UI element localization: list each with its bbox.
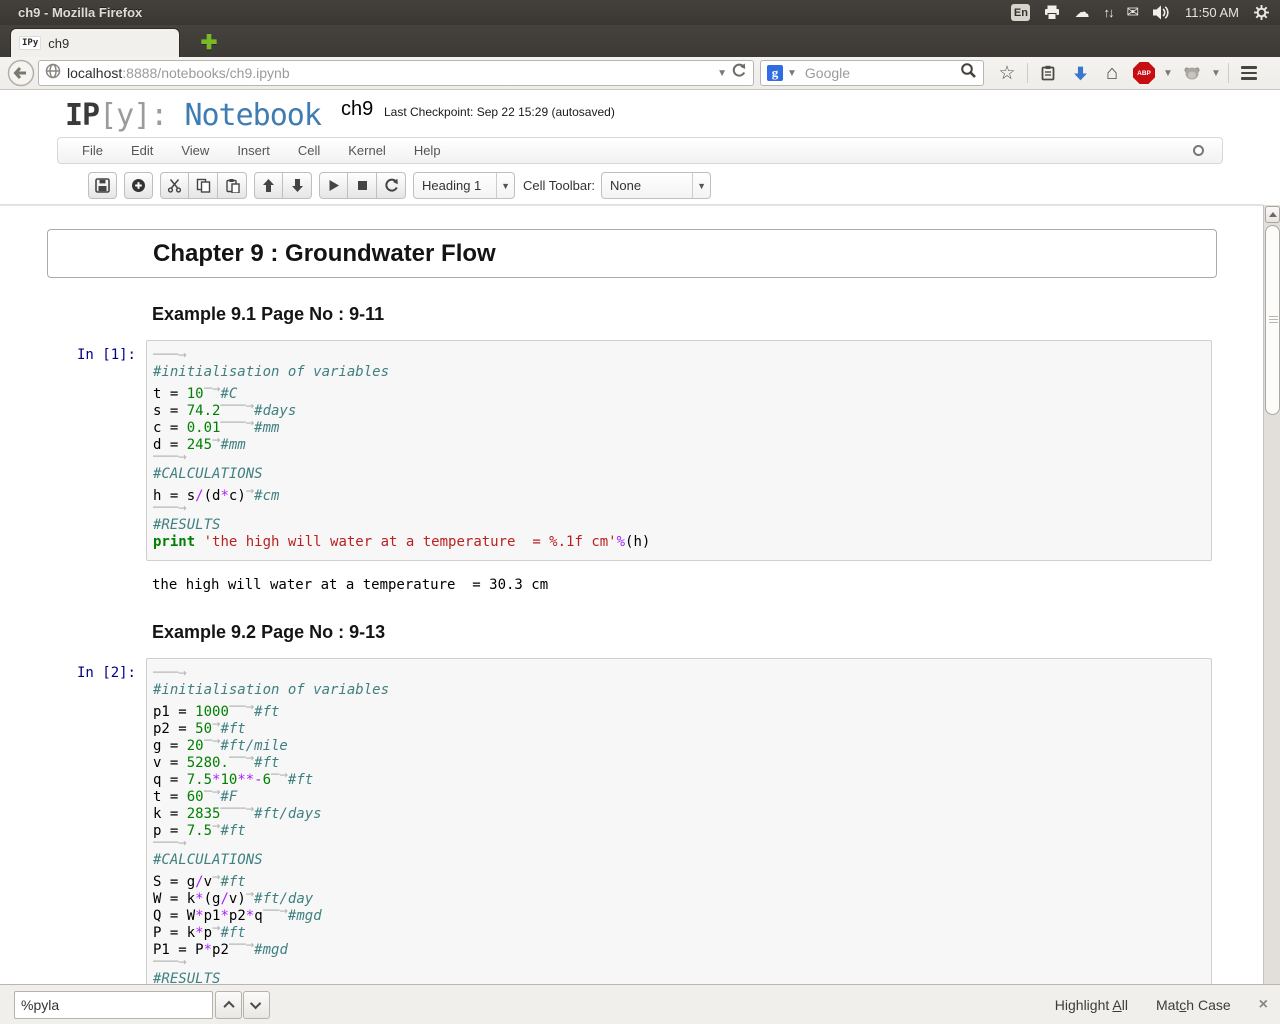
- heading1-cell[interactable]: Chapter 9 : Groundwater Flow: [47, 229, 1217, 278]
- chevron-down-icon: ▼: [692, 173, 710, 198]
- keyboard-layout-indicator[interactable]: En: [1011, 4, 1030, 21]
- menu-view[interactable]: View: [167, 138, 223, 163]
- clock[interactable]: 11:50 AM: [1185, 0, 1239, 25]
- menu-kernel[interactable]: Kernel: [334, 138, 400, 163]
- menu-edit[interactable]: Edit: [117, 138, 167, 163]
- tab-bar: IPy ch9 ✚: [0, 25, 1280, 57]
- ipython-favicon: IPy: [19, 36, 41, 50]
- save-button[interactable]: [88, 172, 117, 199]
- bookmark-star-icon[interactable]: ☆: [992, 59, 1022, 87]
- menu-insert[interactable]: Insert: [223, 138, 284, 163]
- menu-hamburger-icon[interactable]: [1234, 59, 1264, 87]
- restart-kernel-button[interactable]: [377, 172, 406, 199]
- menu-help[interactable]: Help: [400, 138, 455, 163]
- move-cell-down-button[interactable]: [283, 172, 312, 199]
- greasemonkey-dropdown-icon[interactable]: ▼: [1209, 59, 1223, 87]
- close-find-bar-icon[interactable]: ×: [1259, 997, 1268, 1013]
- scrollbar-up-button[interactable]: [1265, 206, 1280, 223]
- url-bar[interactable]: localhost:8888/notebooks/ch9.ipynb ▼: [38, 60, 754, 86]
- chevron-down-icon: [249, 997, 260, 1008]
- desktop-panel: ch9 - Mozilla Firefox En ☁ ↑↓ ✉ 11:50 AM: [0, 0, 1280, 25]
- url-dropdown-icon[interactable]: ▼: [713, 68, 731, 79]
- home-icon[interactable]: ⌂: [1097, 59, 1127, 87]
- toolbar-divider: [1027, 63, 1028, 83]
- run-cell-button[interactable]: [319, 172, 348, 199]
- bookmarks-menu-icon[interactable]: [1033, 59, 1063, 87]
- cell-output: the high will water at a temperature = 3…: [152, 577, 1217, 593]
- copy-cell-button[interactable]: [189, 172, 218, 199]
- checkpoint-status: Last Checkpoint: Sep 22 15:29 (autosaved…: [384, 105, 615, 119]
- notebook-title[interactable]: ch9: [341, 98, 373, 121]
- code-cell-1: In [1]: ───→#initialisation of variables…: [47, 340, 1217, 561]
- code-cell-2: In [2]: ───→#initialisation of variables…: [47, 658, 1217, 984]
- chapter-heading: Chapter 9 : Groundwater Flow: [153, 240, 496, 268]
- system-tray: En ☁ ↑↓ ✉ 11:50 AM: [1011, 0, 1270, 25]
- cut-cell-button[interactable]: [160, 172, 189, 199]
- mail-indicator-icon[interactable]: ✉: [1126, 0, 1139, 25]
- adblock-plus-icon[interactable]: ABP: [1129, 59, 1159, 87]
- paste-cell-button[interactable]: [218, 172, 247, 199]
- tab-ch9[interactable]: IPy ch9: [10, 28, 180, 57]
- back-button[interactable]: [7, 59, 35, 87]
- reload-icon[interactable]: [731, 63, 747, 84]
- match-case-button[interactable]: Match Case: [1156, 997, 1231, 1013]
- toolbar-divider: [1228, 63, 1229, 83]
- cell-toolbar-label: Cell Toolbar:: [523, 178, 595, 193]
- notebook-toolbar: Heading 1 ▼ Cell Toolbar: None ▼: [88, 172, 711, 199]
- url-text[interactable]: localhost:8888/notebooks/ch9.ipynb: [67, 65, 713, 81]
- interrupt-kernel-button[interactable]: [348, 172, 377, 199]
- find-bar: Highlight All Match Case ×: [0, 984, 1280, 1024]
- navigation-toolbar: localhost:8888/notebooks/ch9.ipynb ▼ g ▼…: [0, 57, 1280, 90]
- cell-type-select[interactable]: Heading 1 ▼: [413, 172, 515, 199]
- triangle-up-icon: [1269, 212, 1277, 217]
- network-indicator-icon[interactable]: ↑↓: [1103, 0, 1112, 25]
- downloads-icon[interactable]: [1065, 59, 1095, 87]
- notebook-menubar: File Edit View Insert Cell Kernel Help: [57, 137, 1223, 164]
- scrollbar-grip: [1269, 316, 1278, 324]
- chevron-down-icon: ▼: [496, 173, 514, 198]
- google-favicon: g: [767, 65, 783, 81]
- input-prompt: In [1]:: [47, 340, 146, 561]
- menu-file[interactable]: File: [68, 138, 117, 163]
- new-tab-button[interactable]: ✚: [196, 33, 222, 52]
- move-cell-up-button[interactable]: [254, 172, 283, 199]
- code-editor[interactable]: ───→#initialisation of variablest = 10─→…: [146, 340, 1212, 561]
- scrollbar-thumb[interactable]: [1265, 225, 1280, 415]
- find-previous-button[interactable]: [215, 991, 242, 1019]
- cloud-sync-icon[interactable]: ☁: [1074, 0, 1089, 25]
- ipython-logo[interactable]: IP[y]: Notebook: [65, 98, 321, 133]
- search-placeholder: Google: [805, 65, 960, 81]
- search-bar[interactable]: g ▼ Google: [760, 60, 984, 86]
- window-title: ch9 - Mozilla Firefox: [18, 5, 1011, 20]
- toolbar-buttons: ☆ ⌂ ABP ▼ ▼: [992, 59, 1264, 87]
- find-input[interactable]: [14, 991, 213, 1019]
- input-prompt: In [2]:: [47, 658, 146, 984]
- example-9-2-heading: Example 9.2 Page No : 9-13: [152, 622, 1217, 643]
- notebook-header: IP[y]: Notebook ch9 Last Checkpoint: Sep…: [0, 90, 1263, 205]
- cell-toolbar-select[interactable]: None ▼: [601, 172, 711, 199]
- scrollbar[interactable]: [1263, 205, 1280, 984]
- site-identity-globe-icon[interactable]: [45, 63, 61, 84]
- menu-cell[interactable]: Cell: [284, 138, 334, 163]
- highlight-all-button[interactable]: Highlight All: [1055, 997, 1128, 1013]
- adblock-dropdown-icon[interactable]: ▼: [1161, 59, 1175, 87]
- code-editor[interactable]: ───→#initialisation of variablesp1 = 100…: [146, 658, 1212, 984]
- notebook-area: Chapter 9 : Groundwater Flow Example 9.1…: [0, 205, 1263, 984]
- insert-cell-button[interactable]: [124, 172, 153, 199]
- kernel-idle-icon: [1193, 145, 1204, 156]
- search-engine-dropdown-icon[interactable]: ▼: [783, 68, 801, 79]
- plus-icon: ✚: [201, 33, 218, 53]
- session-gear-icon[interactable]: [1253, 0, 1270, 25]
- find-next-button[interactable]: [243, 991, 270, 1019]
- tab-label: ch9: [48, 36, 69, 51]
- printer-icon[interactable]: [1044, 0, 1060, 25]
- notebook-container: Chapter 9 : Groundwater Flow Example 9.1…: [47, 229, 1217, 984]
- magnifier-icon[interactable]: [960, 62, 977, 84]
- chevron-up-icon: [223, 1000, 234, 1011]
- example-9-1-heading: Example 9.1 Page No : 9-11: [152, 304, 1217, 325]
- greasemonkey-icon[interactable]: [1177, 59, 1207, 87]
- volume-icon[interactable]: [1153, 0, 1171, 25]
